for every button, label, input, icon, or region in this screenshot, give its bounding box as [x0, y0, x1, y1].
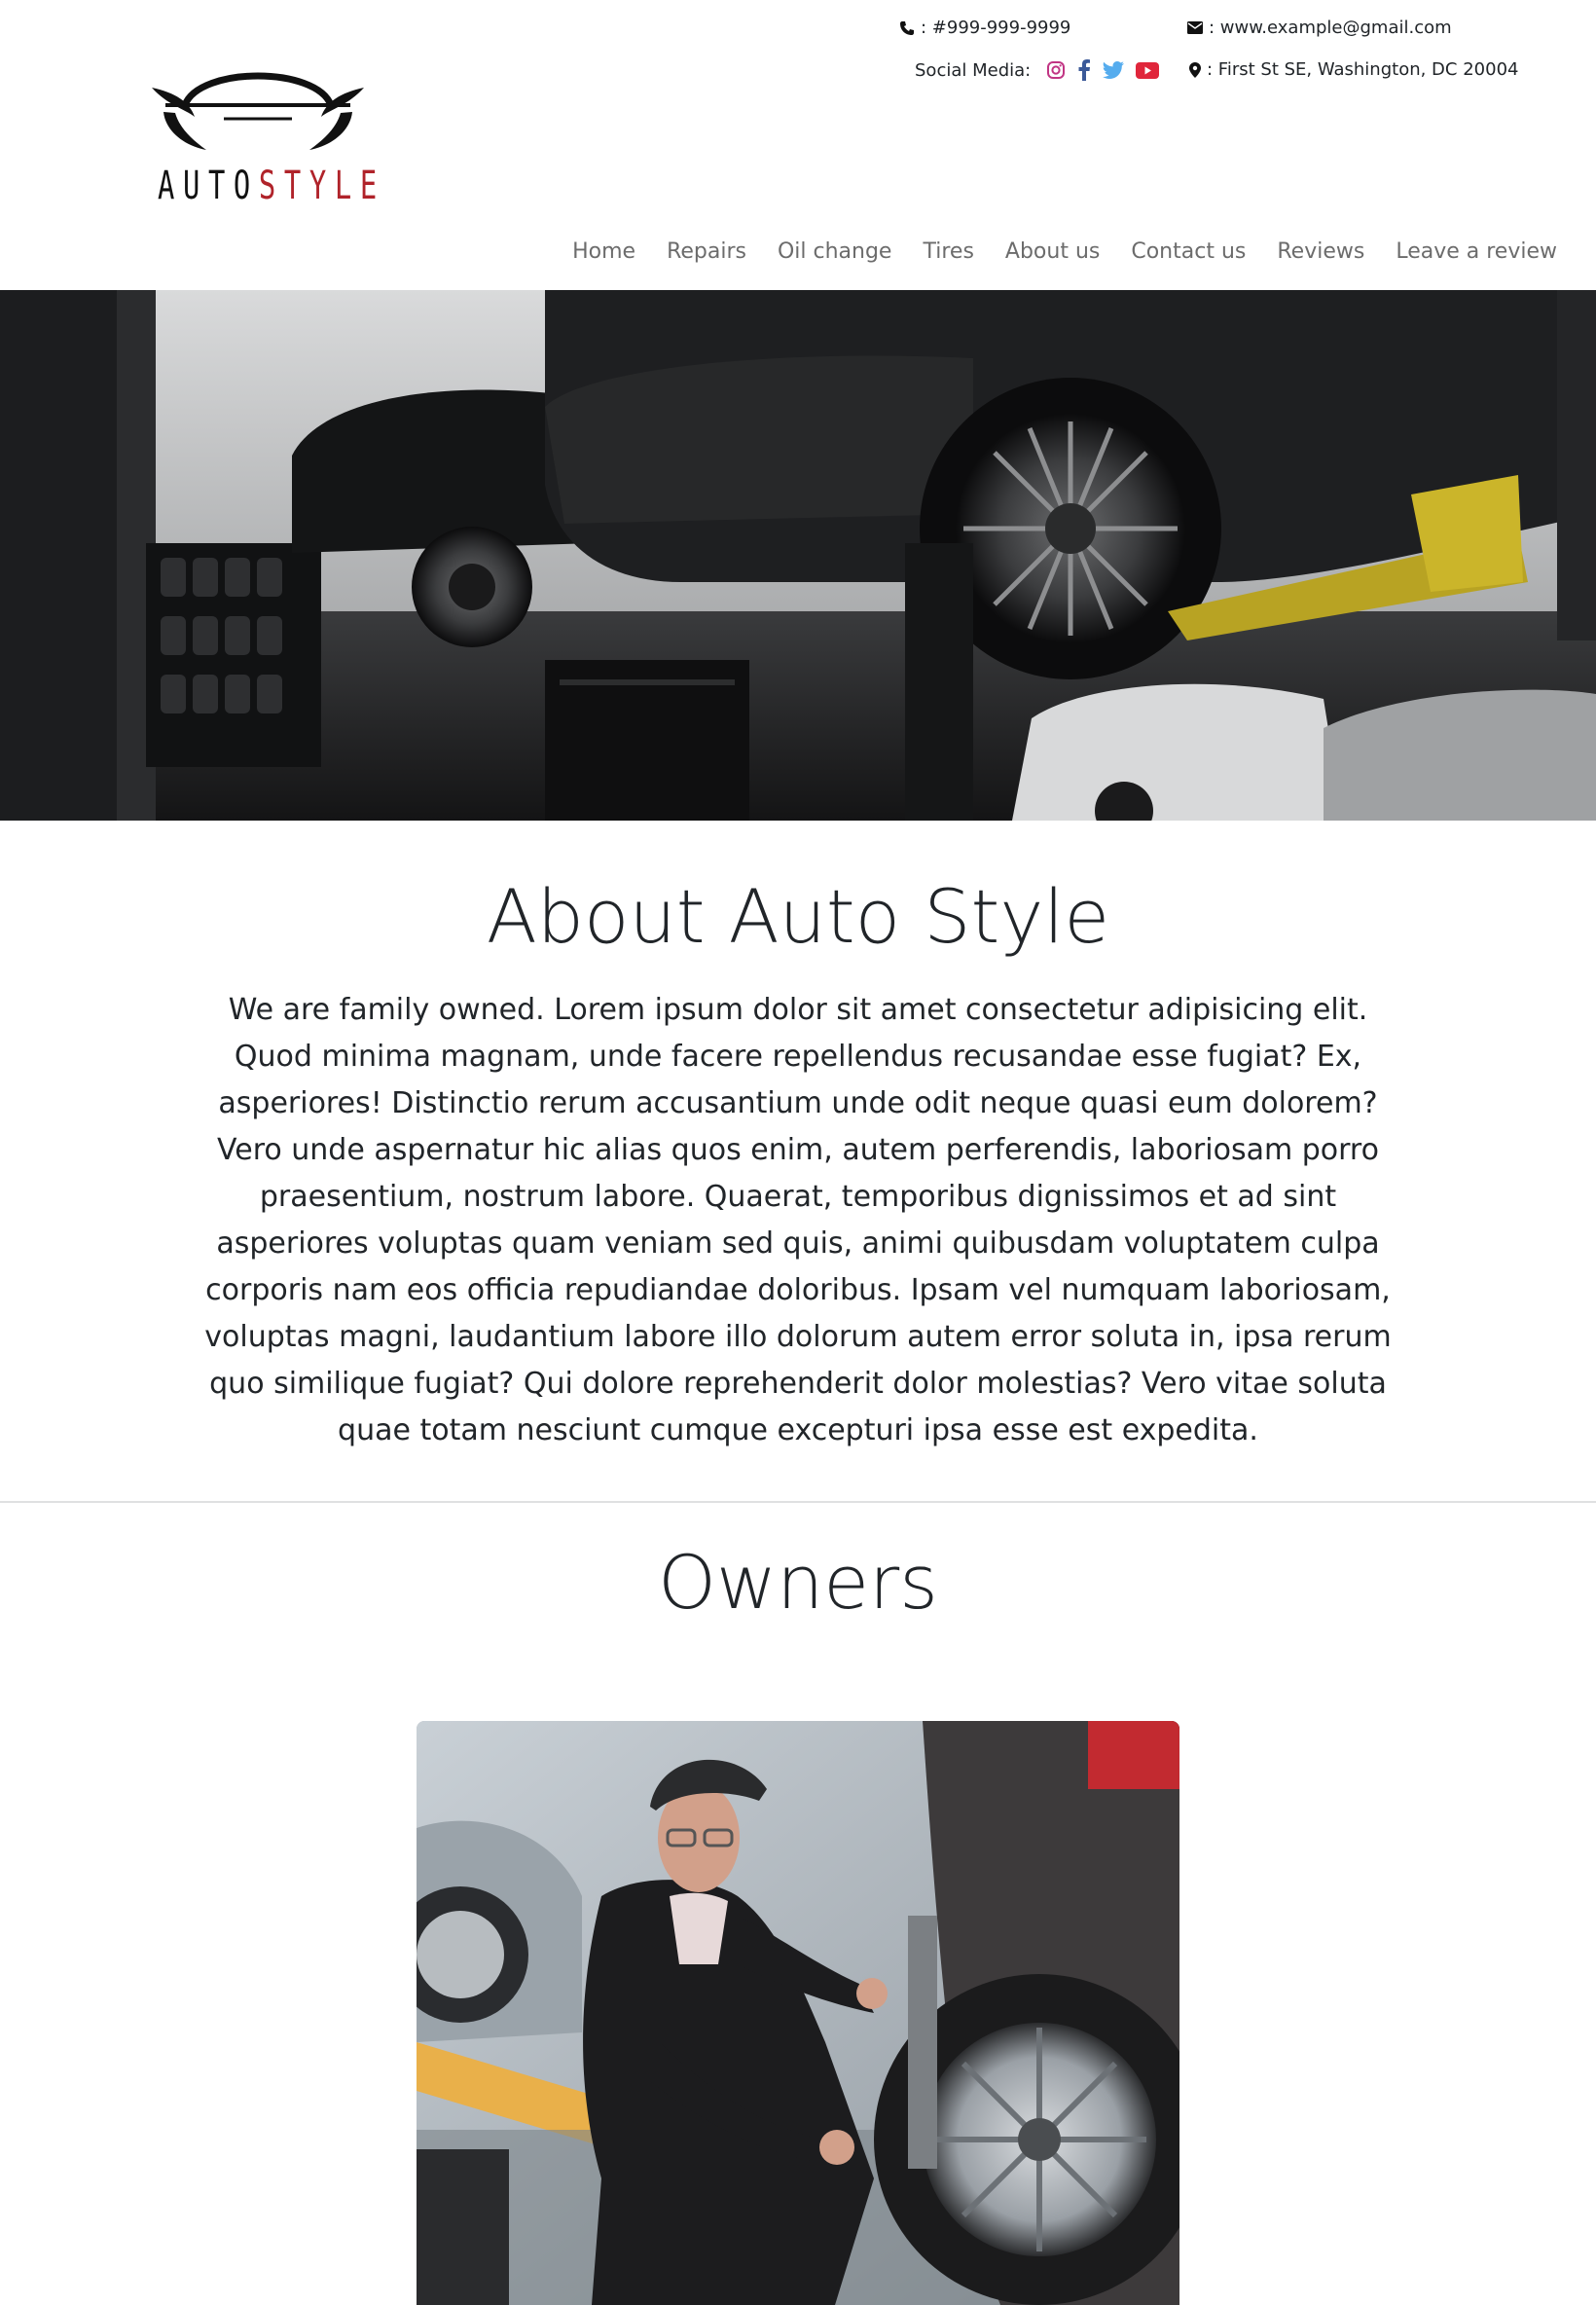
phone-number: : #999-999-9999: [921, 18, 1071, 38]
address-contact[interactable]: : First St SE, Washington, DC 20004: [1189, 59, 1518, 80]
hero-garage-image: [0, 290, 1596, 821]
nav-link-repairs[interactable]: Repairs: [667, 239, 746, 264]
section-divider: [0, 1501, 1596, 1503]
social-media-label: Social Media:: [915, 59, 1032, 81]
email-address: : www.example@gmail.com: [1209, 18, 1452, 38]
about-title: About Auto Style: [486, 873, 1110, 960]
map-pin-icon: [1189, 61, 1201, 78]
email-contact[interactable]: : www.example@gmail.com: [1187, 18, 1452, 38]
nav-link-about-us[interactable]: About us: [1005, 239, 1100, 264]
about-body-text: We are family owned. Lorem ipsum dolor s…: [204, 993, 1392, 1447]
social-media-row: Social Media:: [915, 59, 1160, 81]
nav-link-reviews[interactable]: Reviews: [1277, 239, 1364, 264]
nav-link-tires[interactable]: Tires: [923, 239, 973, 264]
nav-link-leave-a-review[interactable]: Leave a review: [1396, 239, 1557, 264]
owner-photo: [417, 1721, 1179, 2305]
instagram-icon[interactable]: [1046, 60, 1066, 80]
street-address: : First St SE, Washington, DC 20004: [1207, 59, 1519, 80]
facebook-icon[interactable]: [1077, 59, 1091, 81]
logo-word-auto: AUTO: [158, 164, 259, 208]
envelope-icon: [1187, 21, 1203, 34]
main-nav: Home Repairs Oil change Tires About us C…: [572, 239, 1557, 264]
phone-contact[interactable]: : #999-999-9999: [899, 18, 1070, 38]
nav-link-home[interactable]: Home: [572, 239, 635, 264]
phone-icon: [900, 20, 914, 35]
twitter-icon[interactable]: [1103, 61, 1125, 79]
nav-link-oil-change[interactable]: Oil change: [778, 239, 892, 264]
owners-title: Owners: [658, 1539, 938, 1626]
autostyle-logo[interactable]: AUTOSTYLE: [146, 49, 377, 214]
nav-link-contact-us[interactable]: Contact us: [1131, 239, 1246, 264]
youtube-icon[interactable]: [1136, 61, 1160, 79]
logo-word-style: STYLE: [258, 164, 385, 208]
site-header: AUTOSTYLE : #999-999-9999 : www.example@…: [0, 0, 1596, 290]
